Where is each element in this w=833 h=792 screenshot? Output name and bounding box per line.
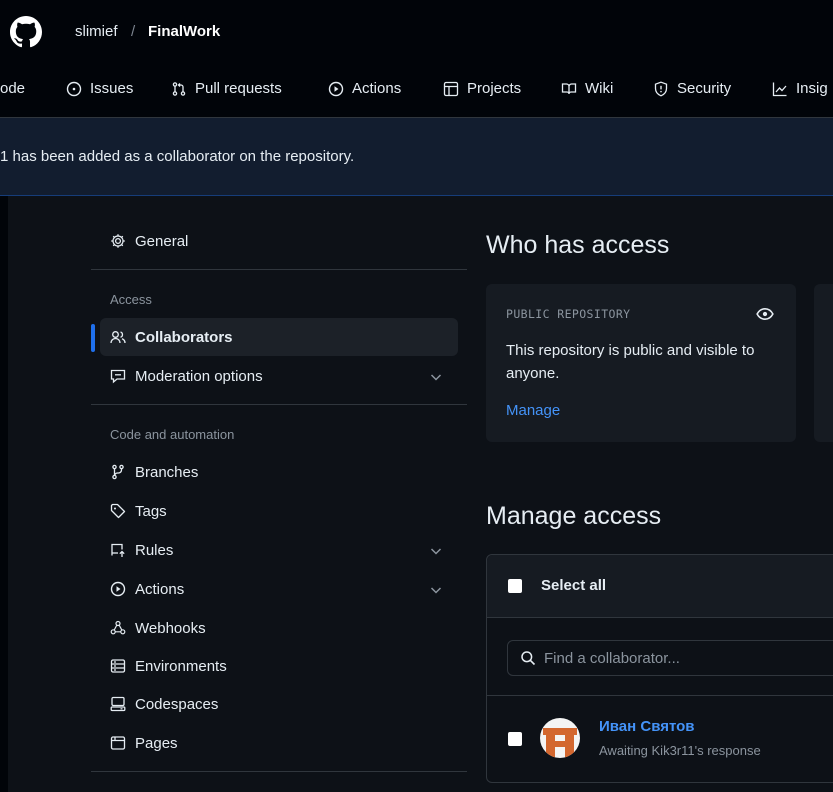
issue-icon	[66, 81, 82, 96]
tab-insights[interactable]: Insig	[772, 80, 828, 97]
sidebar-item-branches[interactable]: Branches	[100, 453, 458, 491]
tab-security[interactable]: Security	[653, 80, 731, 97]
sidebar-item-pages-label: Pages	[135, 734, 178, 752]
sidebar-item-webhooks-label: Webhooks	[135, 619, 206, 637]
find-collaborator-field[interactable]	[507, 640, 833, 676]
breadcrumb-owner[interactable]: slimief	[75, 23, 118, 40]
tab-security-label: Security	[677, 80, 732, 97]
play-circle-icon	[110, 581, 126, 597]
sidebar-item-tags[interactable]: Tags	[100, 492, 458, 530]
sidebar-item-codespaces-label: Codespaces	[135, 695, 219, 713]
breadcrumb-repo[interactable]: FinalWork	[148, 23, 220, 40]
server-icon	[110, 659, 126, 673]
tab-actions-label: Actions	[352, 80, 402, 97]
select-all-label: Select all	[541, 577, 607, 594]
avatar[interactable]	[540, 718, 580, 758]
tab-wiki[interactable]: Wiki	[561, 80, 613, 97]
github-logo-icon[interactable]	[10, 16, 42, 48]
sidebar-heading-access: Access	[110, 292, 152, 307]
chevron-down-icon	[430, 587, 442, 594]
sidebar-item-environments-label: Environments	[135, 657, 227, 675]
tab-projects-label: Projects	[467, 80, 522, 97]
search-icon	[521, 651, 536, 666]
tab-code-label: ode	[0, 80, 26, 97]
sidebar-item-webhooks[interactable]: Webhooks	[100, 609, 458, 647]
sidebar-divider	[91, 771, 467, 772]
visibility-label: PUBLIC REPOSITORY	[506, 307, 631, 321]
sidebar-item-actions[interactable]: Actions	[100, 570, 458, 608]
find-collaborator-input[interactable]	[544, 649, 824, 667]
tab-pull-requests[interactable]: Pull requests	[171, 80, 282, 97]
sidebar-item-general-label: General	[135, 232, 189, 250]
chevron-down-icon	[430, 548, 442, 555]
collaborator-checkbox[interactable]	[508, 732, 522, 746]
top-header: slimief / FinalWork	[0, 0, 833, 62]
sidebar-item-collaborators[interactable]: Collaborators	[100, 318, 458, 356]
tag-icon	[110, 503, 126, 519]
gear-icon	[111, 234, 125, 248]
book-icon	[561, 82, 577, 94]
collaborator-name[interactable]: Иван Святов	[599, 718, 695, 735]
left-edge-strip	[0, 196, 8, 792]
visibility-description: This repository is public and visible to…	[506, 342, 755, 382]
direct-access-card	[814, 284, 833, 442]
sidebar-item-collaborators-label: Collaborators	[135, 328, 233, 346]
repo-nav: ode Issues Pull requests Actions Project…	[0, 62, 833, 118]
sidebar-item-moderation[interactable]: Moderation options	[100, 357, 458, 395]
tab-code[interactable]: ode	[0, 80, 25, 97]
tab-issues-label: Issues	[90, 80, 134, 97]
comment-report-icon	[110, 369, 126, 384]
sidebar-item-moderation-label: Moderation options	[135, 367, 263, 385]
tab-wiki-label: Wiki	[585, 80, 614, 97]
people-icon	[110, 331, 126, 344]
tab-insights-label: Insig	[796, 80, 828, 97]
table-divider	[487, 695, 833, 696]
sidebar-item-pages[interactable]: Pages	[100, 724, 458, 762]
collaborators-table-header	[487, 555, 833, 618]
graph-icon	[772, 82, 787, 96]
sidebar-item-actions-label: Actions	[135, 580, 185, 598]
sidebar-item-branches-label: Branches	[135, 463, 199, 481]
sidebar-item-codespaces[interactable]: Codespaces	[100, 685, 458, 723]
browser-icon	[110, 736, 126, 750]
chevron-down-icon	[430, 374, 442, 381]
sidebar-item-tags-label: Tags	[135, 502, 167, 520]
repo-push-icon	[111, 543, 125, 557]
flash-message: 1 has been added as a collaborator on th…	[0, 148, 355, 165]
codespaces-icon	[110, 696, 126, 712]
tab-pull-requests-label: Pull requests	[195, 80, 282, 97]
pull-request-icon	[172, 81, 186, 96]
select-all-checkbox[interactable]	[508, 579, 522, 593]
tab-actions[interactable]: Actions	[328, 80, 401, 97]
sidebar-item-rules[interactable]: Rules	[100, 531, 458, 569]
active-indicator	[91, 324, 95, 352]
tab-projects[interactable]: Projects	[443, 80, 521, 97]
sidebar-item-general[interactable]: General	[100, 222, 458, 260]
play-circle-icon	[328, 81, 344, 96]
collaborator-status: Awaiting Kik3r11's response	[599, 743, 761, 758]
branch-icon	[112, 464, 124, 480]
sidebar-item-rules-label: Rules	[135, 541, 174, 559]
eye-icon	[756, 308, 774, 320]
flash-banner: 1 has been added as a collaborator on th…	[0, 118, 833, 196]
sidebar-divider	[91, 269, 467, 270]
manage-visibility-link[interactable]: Manage	[506, 402, 560, 419]
sidebar-divider	[91, 404, 467, 405]
breadcrumb-separator: /	[131, 23, 136, 40]
webhook-icon	[110, 620, 126, 635]
manage-access-title: Manage access	[486, 502, 662, 530]
sidebar-heading-code-automation: Code and automation	[110, 427, 235, 442]
table-icon	[443, 81, 459, 96]
shield-icon	[654, 81, 668, 97]
who-has-access-title: Who has access	[486, 231, 670, 259]
sidebar-item-environments[interactable]: Environments	[100, 647, 458, 685]
tab-issues[interactable]: Issues	[66, 80, 133, 97]
